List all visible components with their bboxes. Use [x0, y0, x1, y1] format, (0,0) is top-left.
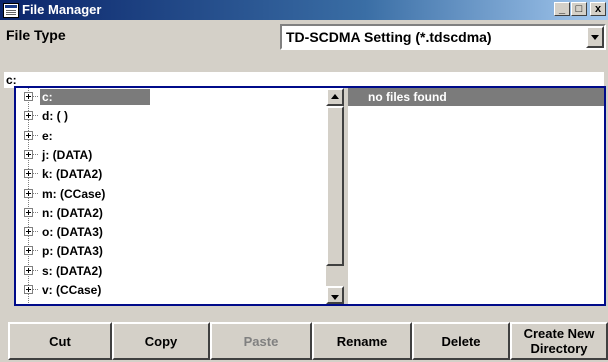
create-new-label-line2: Directory — [530, 341, 588, 356]
plus-expander-icon[interactable] — [24, 227, 33, 237]
delete-button[interactable]: Delete — [412, 322, 510, 360]
scroll-thumb[interactable] — [326, 106, 344, 266]
tree-item[interactable]: s: (DATA2) — [18, 262, 328, 280]
triangle-down-icon — [331, 295, 339, 300]
drive-label: k: (DATA2) — [42, 167, 103, 182]
paste-button[interactable]: Paste — [210, 322, 312, 360]
no-files-message: no files found — [348, 88, 604, 106]
tree-connector — [33, 211, 38, 213]
window-title: File Manager — [22, 2, 102, 17]
tree-connector — [33, 173, 38, 175]
plus-expander-icon[interactable] — [24, 111, 33, 121]
file-list[interactable]: no files found — [348, 88, 604, 304]
tree-connector — [33, 289, 38, 290]
file-manager-icon — [3, 3, 19, 18]
file-type-label: File Type — [6, 27, 66, 43]
tree-scrollbar[interactable] — [326, 88, 344, 304]
drive-label: j: (DATA) — [42, 147, 93, 162]
file-type-dropdown[interactable]: TD-SCDMA Setting (*.tdscdma) — [280, 24, 606, 50]
drive-label: e: — [42, 128, 53, 143]
scroll-up-button[interactable] — [326, 88, 344, 106]
plus-expander-icon[interactable] — [24, 169, 33, 179]
scroll-down-button[interactable] — [326, 286, 344, 304]
drive-label: o: (DATA3) — [42, 225, 103, 240]
title-bar: File Manager _ □ x — [0, 0, 608, 20]
plus-expander-icon[interactable] — [24, 285, 33, 294]
rename-button[interactable]: Rename — [312, 322, 412, 360]
drive-label: s: (DATA2) — [42, 263, 103, 278]
plus-expander-icon[interactable] — [24, 130, 33, 140]
tree-connector — [33, 250, 38, 252]
tree-item[interactable]: p: (DATA3) — [18, 242, 328, 260]
tree-connector — [33, 115, 38, 117]
tree-connector — [33, 231, 38, 233]
tree-item[interactable]: n: (DATA2) — [18, 204, 328, 222]
drive-label: n: (DATA2) — [42, 205, 103, 220]
tree-connector — [33, 134, 38, 136]
cut-button[interactable]: Cut — [8, 322, 112, 360]
maximize-button[interactable]: □ — [571, 2, 587, 16]
drive-tree[interactable]: c: d: ( ) e: j: (DATA) k: (DATA2) m: (CCase) n… — [18, 88, 345, 304]
action-bar: Cut Copy Paste Rename Delete Create New … — [0, 316, 608, 362]
close-button[interactable]: x — [590, 2, 606, 16]
tree-item[interactable]: c: — [18, 88, 328, 106]
tree-connector — [33, 153, 38, 155]
triangle-up-icon — [331, 94, 339, 99]
tree-item[interactable]: v: (CCase) — [18, 281, 328, 299]
create-new-directory-button[interactable]: Create New Directory — [510, 322, 608, 360]
drive-label: v: (CCase) — [42, 283, 102, 297]
tree-connector — [33, 269, 38, 271]
tree-item[interactable]: m: (CCase) — [18, 185, 328, 203]
minimize-button[interactable]: _ — [554, 2, 570, 16]
chevron-down-icon — [591, 35, 599, 40]
drive-label: m: (CCase) — [42, 186, 106, 201]
tree-item[interactable]: j: (DATA) — [18, 146, 328, 164]
tree-item[interactable]: o: (DATA3) — [18, 223, 328, 241]
plus-expander-icon[interactable] — [24, 92, 33, 101]
plus-expander-icon[interactable] — [24, 265, 33, 275]
copy-button[interactable]: Copy — [112, 322, 210, 360]
file-type-value: TD-SCDMA Setting (*.tdscdma) — [286, 29, 492, 45]
tree-connector — [33, 96, 38, 97]
tree-item[interactable]: e: — [18, 127, 328, 145]
create-new-label-line1: Create New — [523, 326, 595, 341]
drive-label: d: ( ) — [42, 109, 68, 124]
drive-label: p: (DATA3) — [42, 244, 103, 259]
plus-expander-icon[interactable] — [24, 246, 33, 256]
plus-expander-icon[interactable] — [24, 149, 33, 159]
tree-item[interactable]: k: (DATA2) — [18, 165, 328, 183]
dropdown-arrow-button[interactable] — [586, 26, 604, 48]
plus-expander-icon[interactable] — [24, 207, 33, 217]
tree-item[interactable]: d: ( ) — [18, 107, 328, 125]
plus-expander-icon[interactable] — [24, 188, 33, 198]
tree-connector — [33, 192, 38, 194]
drive-label: c: — [40, 89, 150, 105]
